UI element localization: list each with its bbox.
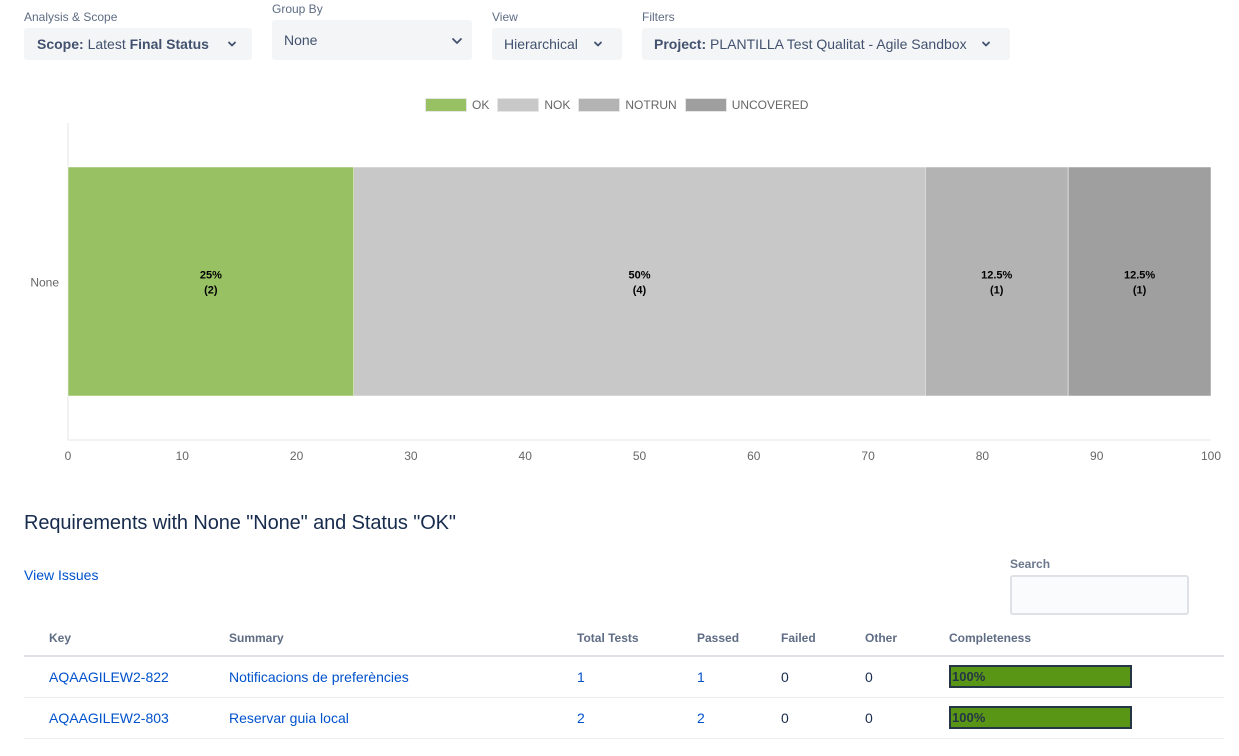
x-tick-label: 30 [404,449,418,463]
x-tick-label: 70 [861,449,875,463]
legend-label-notrun: NOTRUN [625,98,677,112]
legend-item-notrun[interactable]: NOTRUN [578,98,677,112]
requirement-key-link[interactable]: AQAAGILEW2-822 [49,669,169,685]
scope-select[interactable]: Scope: Latest Final Status [24,28,252,60]
scope-value-light: Latest [87,36,126,52]
data-label-notrun-percent: 12.5% [981,270,1012,282]
legend-item-ok[interactable]: OK [425,98,489,112]
search-label: Search [1010,557,1051,571]
analysis-scope-label: Analysis & Scope [24,10,118,24]
x-tick-label: 50 [633,449,647,463]
project-prefix: Project: [654,36,707,52]
view-select[interactable]: Hierarchical [492,28,622,60]
project-value: PLANTILLA Test Qualitat - Agile Sandbox [710,36,967,52]
data-label-nok-percent: 50% [628,270,650,282]
x-tick-label: 80 [976,449,990,463]
bar-segment-uncovered [1067,166,1212,397]
legend-label-ok: OK [472,98,490,112]
table-row: AQAAGILEW2-822 Notificacions de preferèn… [24,656,1224,698]
bar-segment-ok [67,166,354,397]
data-label-uncovered-count: (1) [1133,285,1147,297]
legend-swatch-nok [497,98,540,112]
chevron-down-icon [980,38,992,50]
search-input[interactable] [1010,575,1189,615]
x-tick-label: 40 [519,449,533,463]
column-header-summary[interactable]: Summary [229,620,577,657]
requirement-summary-link[interactable]: Notificacions de preferències [229,669,409,685]
completeness-bar: 100% [949,665,1132,689]
x-tick-label: 90 [1090,449,1104,463]
data-label-notrun-count: (1) [990,285,1004,297]
completeness-value: 100% [952,669,986,685]
chevron-down-icon [450,34,462,46]
legend-swatch-ok [425,98,467,112]
scope-value-bold: Final Status [129,36,209,52]
project-filter-select[interactable]: Project: PLANTILLA Test Qualitat - Agile… [642,28,1010,60]
requirement-summary-link[interactable]: Reservar guia local [229,710,349,726]
bar-segment-nok [353,166,926,397]
status-bar-chart: 0 10 20 30 40 50 60 70 80 90 100 None 25% (2) 50% (4) 12… [30,123,1221,463]
x-tick-label: 0 [65,449,72,463]
x-tick-label: 20 [290,449,304,463]
passed-link[interactable]: 1 [697,669,705,685]
legend-item-nok[interactable]: NOK [497,98,570,112]
column-header-key[interactable]: Key [24,620,229,657]
data-label-nok-count: (4) [633,285,647,297]
data-label-ok-percent: 25% [200,270,222,282]
bar-segment-notrun [925,166,1069,397]
total-tests-link[interactable]: 1 [577,669,585,685]
failed-count: 0 [781,697,865,739]
group-by-value: None [284,32,318,48]
other-count: 0 [865,697,949,739]
view-value: Hierarchical [504,36,578,52]
column-header-total-tests[interactable]: Total Tests [577,620,697,657]
legend-label-nok: NOK [544,98,571,112]
x-tick-label: 100 [1201,449,1221,463]
column-header-completeness[interactable]: Completeness [949,620,1224,657]
table-header-row: Key Summary Total Tests Passed Failed Ot… [24,620,1224,657]
column-header-failed[interactable]: Failed [781,620,865,657]
scope-prefix: Scope: [37,36,84,52]
x-tick-label: 10 [176,449,190,463]
requirements-table: Key Summary Total Tests Passed Failed Ot… [24,620,1224,739]
completeness-bar: 100% [949,706,1132,729]
legend-item-uncovered[interactable]: UNCOVERED [684,98,809,112]
group-by-select[interactable]: None [272,20,472,60]
chevron-down-icon [226,38,238,50]
data-label-uncovered-percent: 12.5% [1124,270,1155,282]
legend-swatch-notrun [578,98,621,112]
legend-swatch-uncovered [684,98,727,112]
other-count: 0 [865,656,949,698]
x-tick-label: 60 [747,449,761,463]
chart-legend: OK NOK NOTRUN UNCOVERED [425,98,816,112]
legend-label-uncovered: UNCOVERED [731,98,809,112]
chevron-down-icon [592,38,604,50]
column-header-other[interactable]: Other [865,620,949,657]
filters-label: Filters [642,10,675,24]
passed-link[interactable]: 2 [697,710,705,726]
column-header-passed[interactable]: Passed [697,620,781,657]
failed-count: 0 [781,656,865,698]
requirement-key-link[interactable]: AQAAGILEW2-803 [49,710,169,726]
data-label-ok-count: (2) [204,285,218,297]
group-by-label: Group By [272,2,323,16]
view-issues-link[interactable]: View Issues [24,567,98,583]
table-row: AQAAGILEW2-803 Reservar guia local 2 2 0… [24,697,1224,739]
completeness-value: 100% [952,710,986,725]
y-category-label: None [30,276,59,290]
view-label: View [492,10,518,24]
requirements-title: Requirements with None "None" and Status… [24,512,456,534]
total-tests-link[interactable]: 2 [577,710,585,726]
